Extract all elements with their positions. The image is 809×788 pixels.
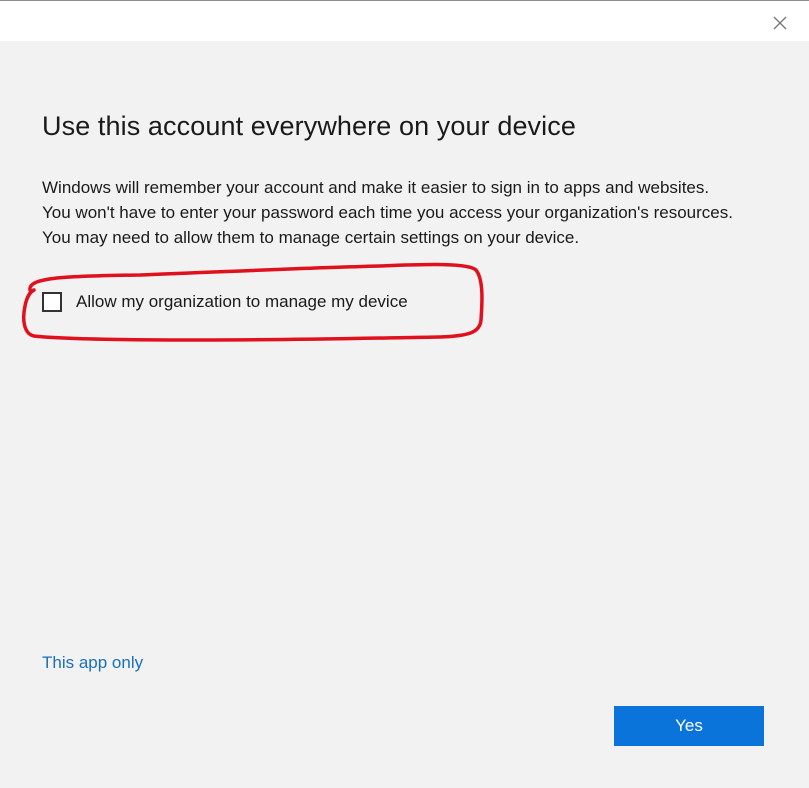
account-dialog: Use this account everywhere on your devi… (0, 0, 809, 788)
manage-device-checkbox-label[interactable]: Allow my organization to manage my devic… (76, 292, 408, 312)
title-bar (0, 0, 809, 41)
manage-device-checkbox[interactable] (42, 292, 62, 312)
manage-device-checkbox-row[interactable]: Allow my organization to manage my devic… (42, 292, 408, 312)
yes-button[interactable]: Yes (614, 706, 764, 746)
dialog-description: Windows will remember your account and m… (42, 178, 733, 247)
dialog-heading: Use this account everywhere on your devi… (42, 111, 576, 141)
close-icon (773, 16, 787, 30)
close-button[interactable] (765, 9, 795, 37)
this-app-only-link[interactable]: This app only (42, 653, 143, 673)
